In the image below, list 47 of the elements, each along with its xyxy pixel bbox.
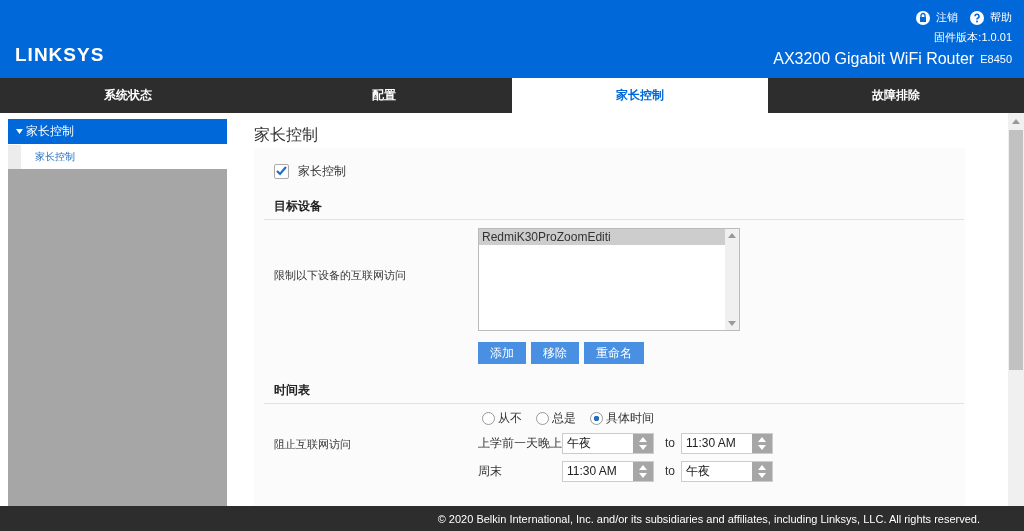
radio-button[interactable] (536, 412, 549, 425)
footer-text: © 2020 Belkin International, Inc. and/or its subsidiaries and affiliates, including Linksys, LLC. All rights reserved. (0, 506, 1024, 531)
caret-icon (16, 129, 23, 134)
radio-label: 从不 (498, 410, 522, 427)
radio-button[interactable] (482, 412, 495, 425)
scroll-down-icon[interactable] (728, 321, 736, 326)
product-name: AX3200 Gigabit WiFi Router (773, 50, 975, 68)
logout-link[interactable]: 注销 (936, 10, 958, 25)
spinner-icon[interactable] (633, 433, 653, 453)
scrollbar[interactable] (1008, 113, 1024, 506)
section-heading: 时间表 (264, 372, 964, 404)
firmware-version: 固件版本:1.0.01 (934, 30, 1012, 45)
time-select[interactable]: 11:30 AM (562, 460, 654, 482)
time-select[interactable]: 午夜 (562, 432, 654, 454)
field-label: 阻止互联网访问 (273, 437, 352, 452)
to-label: to (665, 436, 675, 450)
sidebar-subitem[interactable]: 家长控制 (8, 145, 227, 169)
section-heading: 目标设备 (264, 188, 964, 220)
sidebar-item[interactable]: 家长控制 (8, 119, 227, 145)
to-label: to (665, 464, 675, 478)
time-label: 上学前一天晚上 (478, 434, 562, 452)
scroll-up-icon[interactable] (728, 233, 736, 238)
page-title: 家长控制 (254, 125, 319, 145)
time-select[interactable]: 午夜 (681, 460, 773, 482)
spinner-icon[interactable] (752, 433, 772, 453)
radio-label: 总是 (552, 410, 576, 427)
field-label: 限制以下设备的互联网访问 (273, 268, 407, 283)
device-item[interactable]: RedmiK30ProZoomEditi (479, 229, 725, 245)
checkbox[interactable] (274, 163, 289, 179)
checkbox-label: 家长控制 (298, 162, 346, 180)
time-label: 周末 (478, 462, 503, 480)
nav-tab[interactable]: 系统状态 (0, 78, 256, 113)
nav-tab[interactable]: 故障排除 (768, 78, 1024, 113)
help-icon (970, 10, 984, 25)
nav-tab[interactable]: 配置 (256, 78, 512, 113)
help-link[interactable]: 帮助 (990, 10, 1012, 25)
spinner-icon[interactable] (633, 461, 653, 481)
time-select[interactable]: 11:30 AM (681, 432, 773, 454)
lock-icon (916, 10, 930, 25)
radio-label: 具体时间 (606, 410, 654, 427)
model-number: E8450 (980, 53, 1012, 65)
radio-button[interactable] (590, 412, 603, 425)
nav-tab[interactable]: 家长控制 (512, 78, 768, 113)
spinner-icon[interactable] (752, 461, 772, 481)
logo: LINKSYS (15, 44, 105, 66)
device-list[interactable]: RedmiK30ProZoomEditi (478, 228, 740, 331)
scroll-up-icon[interactable] (1012, 119, 1020, 124)
